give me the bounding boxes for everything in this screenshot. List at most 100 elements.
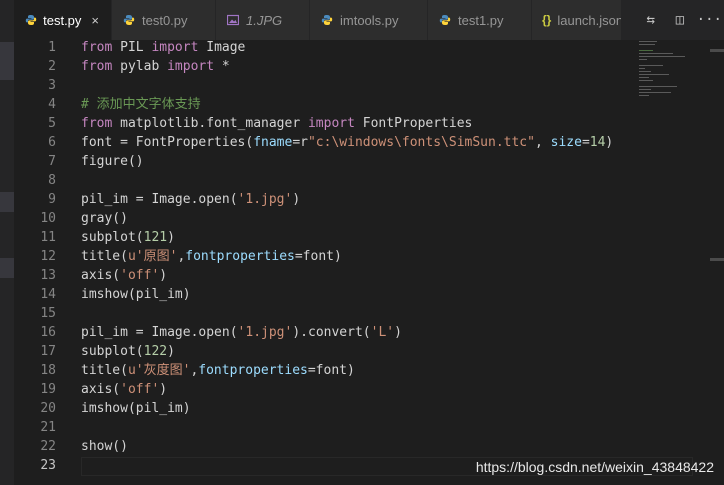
json-braces-icon: {} <box>542 13 552 27</box>
line-number: 10 <box>40 211 56 226</box>
code-line: from pylab import * <box>81 57 230 76</box>
line-number: 15 <box>40 306 56 321</box>
tab-label: test0.py <box>142 12 188 28</box>
code-text: title( <box>81 249 128 264</box>
tab-test0-py[interactable]: test0.py <box>112 0 216 40</box>
minimap[interactable] <box>639 40 699 100</box>
minimap-line <box>639 95 649 96</box>
code-text: imshow(pil_im) <box>81 401 191 416</box>
code-text: ).convert( <box>292 325 371 340</box>
code-text: ) <box>394 325 402 340</box>
code-line: gray() <box>81 209 128 228</box>
code-line: subplot(121) <box>81 228 175 247</box>
minimap-line <box>639 86 677 87</box>
code-text: font = FontProperties( <box>81 135 254 150</box>
number-literal: 122 <box>143 344 168 359</box>
number-literal: 14 <box>589 135 606 150</box>
line-number: 18 <box>40 363 56 378</box>
minimap-line <box>639 59 647 60</box>
line-number-gutter: 1 2 3 4 5 6 7 8 9 10 11 12 13 14 15 16 1… <box>14 40 64 485</box>
code-line: figure() <box>81 152 144 171</box>
code-text: PIL <box>112 40 152 55</box>
code-text: ) <box>167 344 175 359</box>
line-number: 8 <box>48 173 56 188</box>
minimap-line <box>639 80 653 81</box>
parameter: fontproperties <box>198 363 308 378</box>
parameter: fname <box>253 135 293 150</box>
code-text: axis( <box>81 382 121 397</box>
code-text: =font) <box>294 249 342 264</box>
line-number: 9 <box>48 192 56 207</box>
split-editor-icon[interactable]: ◫ <box>670 10 690 30</box>
code-text: gray() <box>81 211 128 226</box>
string-literal: 'L' <box>370 325 395 340</box>
line-number: 20 <box>40 401 56 416</box>
line-number-current: 23 <box>40 458 56 473</box>
more-actions-icon[interactable]: ··· <box>697 10 722 30</box>
minimap-line <box>639 53 673 54</box>
code-editor[interactable]: 1 2 3 4 5 6 7 8 9 10 11 12 13 14 15 16 1… <box>14 40 724 485</box>
minimap-line <box>639 77 649 78</box>
close-icon[interactable]: × <box>91 13 99 28</box>
keyword: from <box>81 40 113 55</box>
activity-bar-marker <box>0 192 14 212</box>
code-text: figure() <box>81 154 144 169</box>
activity-bar-marker <box>0 60 14 80</box>
keyword: import <box>151 40 199 55</box>
tab-test1-py[interactable]: test1.py <box>428 0 532 40</box>
code-text: ) <box>159 268 168 283</box>
string-literal: '1.jpg' <box>237 192 293 207</box>
tab-imtools-py[interactable]: imtools.py <box>310 0 428 40</box>
code-line: pil_im = Image.open('1.jpg').convert('L'… <box>81 323 402 342</box>
code-text: matplotlib.font_manager <box>112 116 308 131</box>
image-icon <box>226 13 240 27</box>
line-number: 17 <box>40 344 56 359</box>
line-number: 12 <box>40 249 56 264</box>
activity-bar-edge <box>0 0 14 485</box>
watermark-text: https://blog.csdn.net/weixin_43848422 <box>475 459 714 475</box>
code-line: # 添加中文字体支持 <box>81 95 201 114</box>
minimap-line <box>639 50 653 51</box>
minimap-line <box>639 89 651 90</box>
code-line: imshow(pil_im) <box>81 285 191 304</box>
line-number: 16 <box>40 325 56 340</box>
tab-label: test1.py <box>458 12 504 28</box>
scroll-marker <box>710 258 724 261</box>
line-number: 22 <box>40 439 56 454</box>
line-number: 5 <box>48 116 56 131</box>
minimap-line <box>639 71 651 72</box>
keyword: import <box>167 59 215 74</box>
line-number: 2 <box>48 59 56 74</box>
line-number: 3 <box>48 78 56 93</box>
python-icon <box>438 13 452 27</box>
string-literal: u'原图' <box>127 249 178 264</box>
scroll-marker <box>710 49 724 52</box>
minimap-line <box>639 65 663 66</box>
code-text: =font) <box>307 363 355 378</box>
minimap-line <box>639 68 645 69</box>
keyword: import <box>307 116 355 131</box>
code-text: ) <box>292 192 301 207</box>
code-text: imshow(pil_im) <box>81 287 191 302</box>
line-number: 1 <box>48 40 56 55</box>
code-line: subplot(122) <box>81 342 175 361</box>
line-number: 4 <box>48 97 56 112</box>
tab-launch-json[interactable]: {} launch.json <box>532 0 622 40</box>
code-line: show() <box>81 437 128 456</box>
code-line: axis('off') <box>81 380 167 399</box>
tab-label: test.py <box>43 12 82 28</box>
code-text: subplot( <box>81 230 144 245</box>
tab-label: launch.json <box>557 12 622 28</box>
vertical-scrollbar[interactable] <box>710 40 724 485</box>
python-icon <box>122 13 136 27</box>
open-changes-icon[interactable]: ⇆ <box>641 10 661 30</box>
code-text: title( <box>81 363 128 378</box>
python-icon <box>24 13 37 27</box>
minimap-line <box>639 92 671 93</box>
editor-tab-bar: test.py × test0.py 1.JPG imtools.py test… <box>14 0 724 40</box>
tab-test-py[interactable]: test.py × <box>14 0 112 40</box>
tab-label: 1.JPG <box>246 12 283 28</box>
code-line: imshow(pil_im) <box>81 399 191 418</box>
activity-bar-marker <box>0 42 14 62</box>
tab-1-jpg[interactable]: 1.JPG <box>216 0 310 40</box>
